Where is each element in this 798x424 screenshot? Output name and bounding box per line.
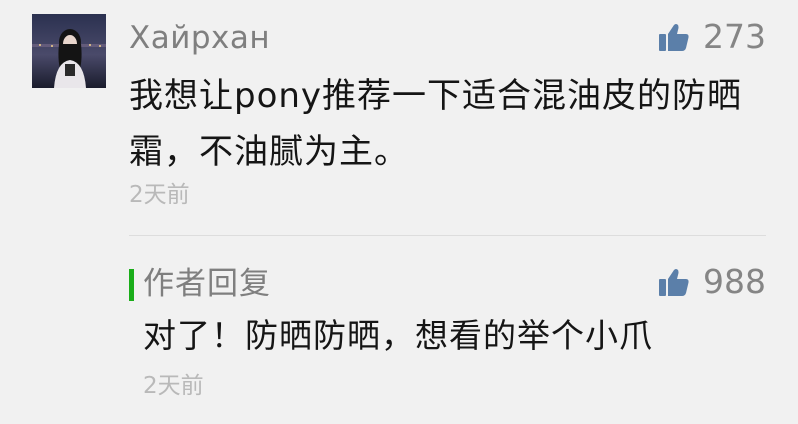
- comment-like-button[interactable]: 273: [659, 15, 766, 59]
- reply-accent-bar: [129, 269, 134, 301]
- thumbs-up-icon: [659, 269, 689, 296]
- reply-like-count: 988: [703, 262, 766, 301]
- comment-text: 我想让pony推荐一下适合混油皮的防晒霜，不油腻为主。: [129, 76, 743, 172]
- author-reply-label: 作者回复: [143, 266, 271, 302]
- comment-timestamp: 2天前: [129, 182, 190, 208]
- reply-like-button[interactable]: 988: [659, 260, 766, 304]
- reply-timestamp: 2天前: [143, 373, 204, 399]
- reply-text: 对了！防晒防晒，想看的举个小爪: [143, 316, 653, 355]
- author-reply: 作者回复 988 对了！防晒防晒，想看的举个小爪 2天前: [0, 236, 798, 424]
- comment-like-count: 273: [703, 17, 766, 56]
- comment-username[interactable]: Хайрхан: [129, 16, 270, 60]
- avatar-image: [32, 14, 106, 88]
- avatar[interactable]: [32, 14, 106, 88]
- comment-item: Хайрхан 273 我想让pony推荐一下适合混油皮的防晒霜，不油腻为主。 …: [0, 0, 798, 236]
- thumbs-up-icon: [659, 24, 689, 51]
